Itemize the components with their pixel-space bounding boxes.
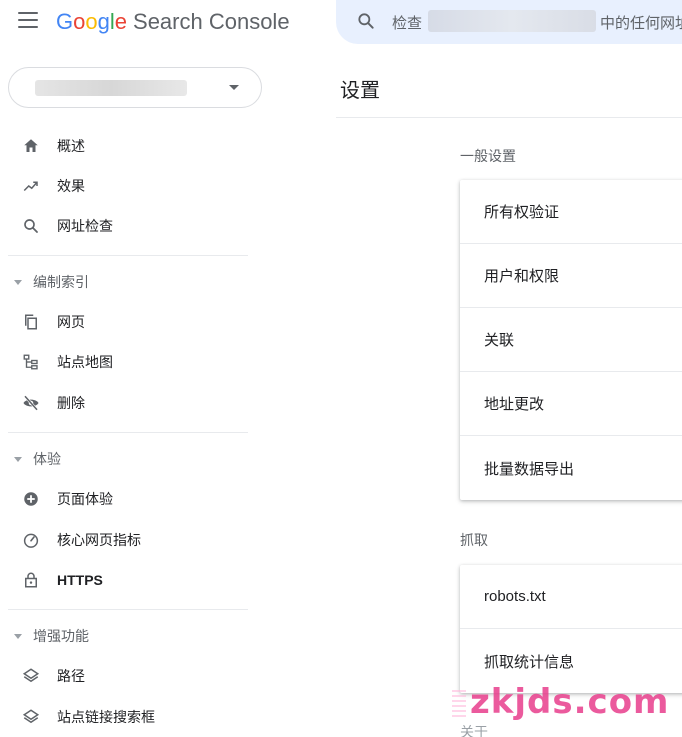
sidebar-item-overview[interactable]: 概述 — [0, 126, 248, 166]
logo-letter: e — [114, 9, 128, 34]
sidebar-section-title: 增强功能 — [33, 628, 89, 644]
search-placeholder-suffix: 中的任何网址 — [600, 15, 682, 32]
main-menu-icon[interactable] — [18, 12, 38, 28]
settings-row-users-permissions[interactable]: 用户和权限 — [460, 244, 682, 308]
sidebar-item-label: 核心网页指标 — [57, 532, 141, 548]
sidebar-divider — [8, 609, 248, 610]
settings-row-associations[interactable]: 关联 — [460, 308, 682, 372]
sidebar-item-label: 效果 — [57, 178, 85, 194]
sidebar-section-indexing[interactable]: 编制索引 — [0, 262, 248, 302]
collapse-arrow-icon — [14, 457, 22, 462]
crawling-settings-card: robots.txt 抓取统计信息 — [460, 565, 682, 693]
logo-letter: G — [56, 9, 74, 34]
redacted-property-name — [35, 80, 187, 96]
product-name: Search Console — [133, 9, 290, 34]
collapse-arrow-icon — [14, 634, 22, 639]
google-search-console-logo[interactable]: Google Search Console — [56, 6, 290, 38]
sidebar-item-sitelinks-searchbox[interactable]: 站点链接搜索框 — [0, 697, 248, 737]
watermark-decoration — [452, 690, 466, 720]
watermark: zkjds.com — [470, 682, 670, 722]
trending-up-icon — [21, 176, 41, 196]
pages-icon — [21, 312, 41, 332]
sidebar-item-label: 概述 — [57, 138, 85, 154]
sidebar-item-page-experience[interactable]: 页面体验 — [0, 479, 248, 519]
sidebar-section-title: 编制索引 — [33, 274, 89, 290]
search-icon — [21, 216, 41, 236]
sidebar-item-label: 站点链接搜索框 — [57, 709, 155, 725]
layers-icon — [21, 707, 41, 727]
sidebar-item-label: 网页 — [57, 314, 85, 330]
settings-row-robots-txt[interactable]: robots.txt — [460, 565, 682, 629]
sidebar-item-core-web-vitals[interactable]: 核心网页指标 — [0, 520, 248, 560]
eye-off-icon — [21, 393, 41, 413]
search-icon — [358, 13, 374, 29]
plus-circle-icon — [21, 489, 41, 509]
sitemap-icon — [21, 352, 41, 372]
sidebar-item-sitemaps[interactable]: 站点地图 — [0, 342, 248, 382]
redacted-property — [428, 10, 596, 32]
sidebar-divider — [8, 432, 248, 433]
sidebar-divider — [8, 255, 248, 256]
sidebar-item-url-inspection[interactable]: 网址检查 — [0, 206, 248, 246]
sidebar-item-label: 路径 — [57, 668, 85, 684]
sidebar-item-breadcrumbs[interactable]: 路径 — [0, 656, 248, 696]
lock-icon — [21, 570, 41, 590]
home-icon — [21, 136, 41, 156]
search-placeholder-prefix: 检查 — [392, 15, 423, 32]
sidebar-item-pages[interactable]: 网页 — [0, 302, 248, 342]
settings-group-title-partial: 关于 — [460, 724, 488, 737]
url-inspection-search-bar[interactable]: 检查 中的任何网址 — [336, 0, 682, 44]
sidebar-item-label: 删除 — [57, 395, 85, 411]
sidebar-item-label: HTTPS — [57, 572, 103, 588]
collapse-arrow-icon — [14, 280, 22, 285]
sidebar-item-removals[interactable]: 删除 — [0, 383, 248, 423]
sidebar-item-https[interactable]: HTTPS — [0, 560, 248, 600]
header-divider — [336, 117, 682, 118]
logo-letter: g — [97, 9, 110, 34]
page-title: 设置 — [340, 80, 380, 102]
layers-icon — [21, 666, 41, 686]
sidebar-section-enhancements[interactable]: 增强功能 — [0, 616, 248, 656]
sidebar-section-experience[interactable]: 体验 — [0, 439, 248, 479]
speedometer-icon — [21, 530, 41, 550]
sidebar-item-performance[interactable]: 效果 — [0, 166, 248, 206]
settings-group-title: 抓取 — [460, 532, 488, 548]
logo-letter: o — [73, 9, 86, 34]
logo-letter: o — [85, 9, 98, 34]
settings-group-title: 一般设置 — [460, 148, 516, 164]
sidebar-section-title: 体验 — [33, 451, 61, 467]
chevron-down-icon — [229, 85, 239, 90]
settings-row-change-of-address[interactable]: 地址更改 — [460, 372, 682, 436]
sidebar-item-label: 网址检查 — [57, 218, 113, 234]
settings-row-ownership-verification[interactable]: 所有权验证 — [460, 180, 682, 244]
settings-row-bulk-data-export[interactable]: 批量数据导出 — [460, 436, 682, 500]
property-selector[interactable] — [8, 67, 262, 108]
general-settings-card: 所有权验证 用户和权限 关联 地址更改 批量数据导出 — [460, 180, 682, 500]
sidebar-item-label: 站点地图 — [57, 354, 113, 370]
sidebar-item-label: 页面体验 — [57, 491, 113, 507]
